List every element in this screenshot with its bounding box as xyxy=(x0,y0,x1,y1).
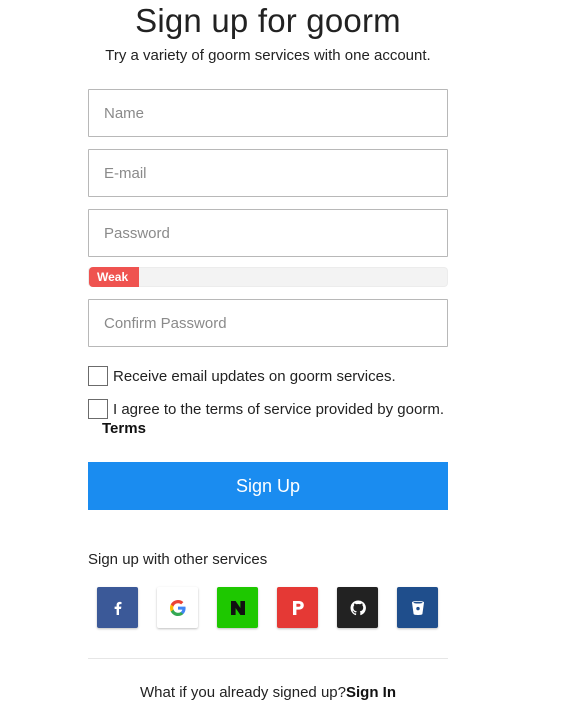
bitbucket-icon xyxy=(411,600,424,615)
email-updates-label: Receive email updates on goorm services. xyxy=(113,367,396,385)
social-signup-row xyxy=(97,587,457,628)
sign-in-prompt-text: What if you already signed up? xyxy=(140,684,346,701)
github-icon xyxy=(350,599,366,615)
google-icon xyxy=(169,599,186,616)
sign-up-button[interactable]: Sign Up xyxy=(88,462,448,510)
google-signup-button[interactable] xyxy=(157,587,198,628)
facebook-icon xyxy=(114,601,121,615)
password-input[interactable] xyxy=(88,209,448,257)
github-signup-button[interactable] xyxy=(337,587,378,628)
page-subtitle: Try a variety of goorm services with one… xyxy=(105,47,431,64)
sign-in-link[interactable]: Sign In xyxy=(346,684,396,701)
sign-in-prompt: What if you already signed up?Sign In xyxy=(0,684,536,701)
naver-icon xyxy=(230,600,245,615)
terms-link[interactable]: Terms xyxy=(102,420,146,437)
email-input[interactable] xyxy=(88,149,448,197)
footer-divider xyxy=(88,658,448,659)
password-strength-meter: Weak xyxy=(88,267,448,287)
bitbucket-signup-button[interactable] xyxy=(397,587,438,628)
confirm-password-input[interactable] xyxy=(88,299,448,347)
facebook-signup-button[interactable] xyxy=(97,587,138,628)
other-services-heading: Sign up with other services xyxy=(88,551,268,568)
name-input[interactable] xyxy=(88,89,448,137)
page-title: Sign up for goorm xyxy=(135,2,401,39)
terms-agree-checkbox[interactable] xyxy=(88,399,108,419)
pinterest-signup-button[interactable] xyxy=(277,587,318,628)
terms-agree-row[interactable]: I agree to the terms of service provided… xyxy=(88,399,444,419)
email-updates-row[interactable]: Receive email updates on goorm services. xyxy=(88,366,396,386)
email-updates-checkbox[interactable] xyxy=(88,366,108,386)
pinterest-icon xyxy=(292,600,304,615)
terms-agree-label: I agree to the terms of service provided… xyxy=(113,400,444,418)
password-strength-fill: Weak xyxy=(89,267,140,287)
naver-signup-button[interactable] xyxy=(217,587,258,628)
password-strength-label: Weak xyxy=(97,270,129,284)
